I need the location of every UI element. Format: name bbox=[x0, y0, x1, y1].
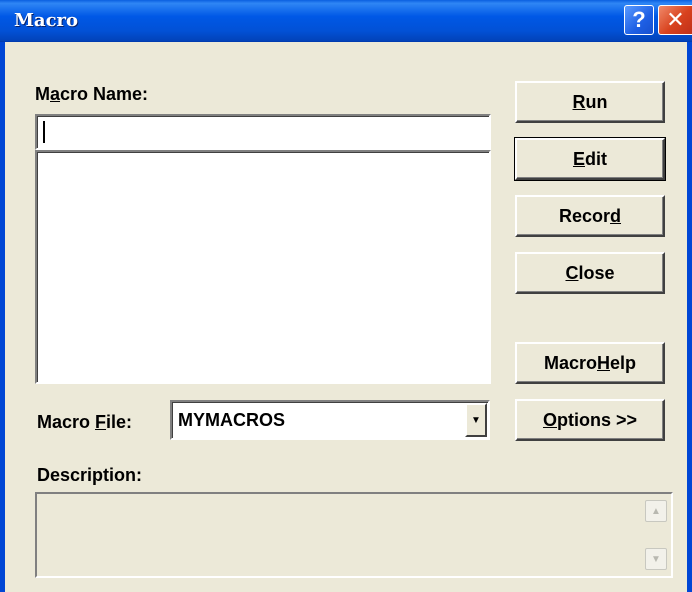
scroll-down-icon: ▼ bbox=[645, 548, 667, 570]
window-title: Macro bbox=[14, 10, 79, 31]
description-label: Description: bbox=[37, 465, 143, 485]
macro-file-label: Macro File: bbox=[37, 412, 133, 432]
macro-list[interactable] bbox=[35, 150, 491, 384]
macro-help-button[interactable]: Macro Help bbox=[515, 342, 665, 384]
record-button[interactable]: Recor d bbox=[515, 195, 665, 237]
scroll-up-icon: ▲ bbox=[645, 500, 667, 522]
macro-name-label: Macro Name: bbox=[35, 84, 149, 104]
dropdown-button[interactable]: ▼ bbox=[465, 403, 487, 437]
help-button[interactable]: ? bbox=[624, 5, 654, 35]
window-frame-right bbox=[687, 42, 692, 592]
help-icon: ? bbox=[632, 7, 646, 32]
run-button[interactable]: Run bbox=[515, 81, 665, 123]
description-box: ▲ ▼ bbox=[35, 492, 673, 578]
window-frame-left bbox=[0, 42, 5, 592]
edit-button[interactable]: Edit bbox=[514, 137, 666, 181]
text-caret bbox=[43, 121, 45, 143]
macro-file-select[interactable]: MYMACROS ▼ bbox=[170, 400, 490, 440]
options-button[interactable]: Options >> bbox=[515, 399, 665, 441]
macro-file-value: MYMACROS bbox=[178, 410, 285, 430]
close-button[interactable]: Close bbox=[515, 252, 665, 294]
title-bar: Macro ? ✕ bbox=[0, 0, 692, 42]
chevron-down-icon: ▼ bbox=[471, 414, 481, 426]
close-window-button[interactable]: ✕ bbox=[658, 5, 692, 35]
macro-name-input[interactable] bbox=[35, 114, 491, 150]
close-icon: ✕ bbox=[666, 7, 685, 32]
